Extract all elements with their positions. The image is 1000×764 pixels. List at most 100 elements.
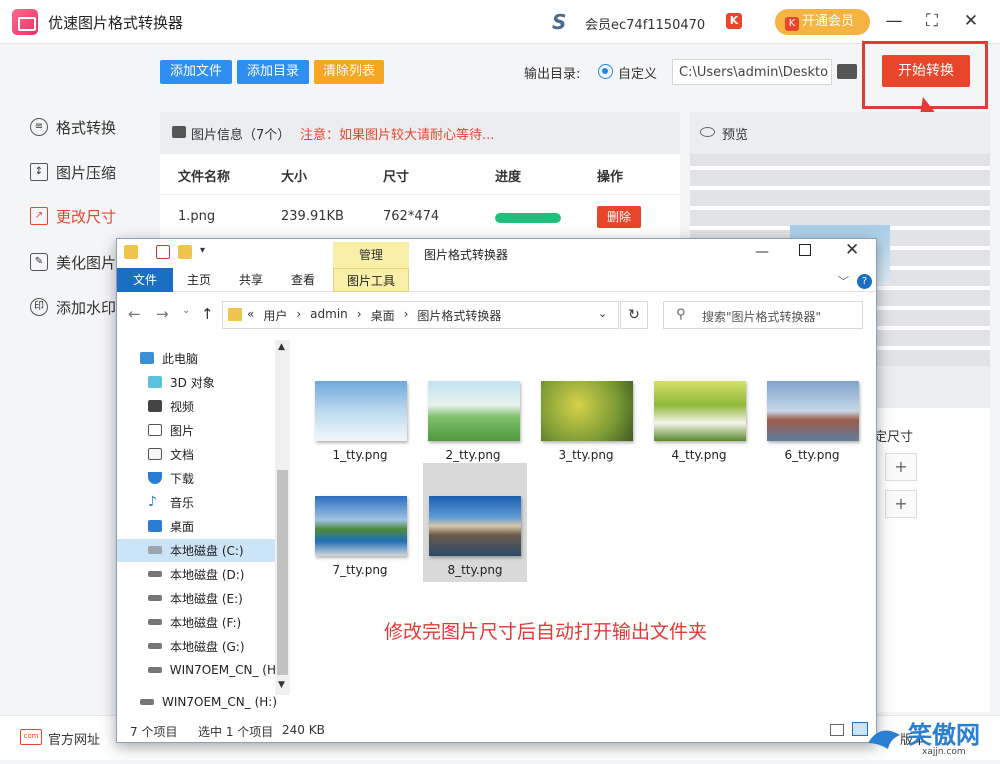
thumbnail-image — [429, 496, 521, 556]
file-thumbnail[interactable]: 7_tty.png — [304, 496, 416, 612]
nav-drive-h[interactable]: WIN7OEM_CN_ (H — [148, 660, 276, 680]
drive-icon — [148, 571, 162, 577]
tab-file[interactable]: 文件 — [117, 268, 173, 292]
maximize-button[interactable]: ⛶ — [920, 10, 944, 32]
sidebar-item-label: 图片压缩 — [56, 163, 117, 182]
forward-icon[interactable]: → — [156, 305, 169, 323]
refresh-icon[interactable]: ↻ — [620, 301, 648, 329]
qat-dropdown-icon[interactable]: ▾ — [200, 245, 205, 256]
nav-drive-g[interactable]: 本地磁盘 (G:) — [148, 636, 245, 656]
drive-icon — [148, 546, 162, 554]
preview-title: 预览 — [722, 128, 749, 143]
nav-pictures[interactable]: 图片 — [148, 420, 194, 440]
recent-dropdown-icon[interactable]: ⌄ — [182, 305, 190, 316]
width-plus-button[interactable]: + — [885, 453, 917, 481]
info-title: 图片信息（7个） — [191, 128, 291, 143]
file-thumbnail[interactable]: 4_tty.png — [643, 381, 755, 497]
nav-this-pc[interactable]: 此电脑 — [140, 348, 198, 368]
explorer-maximize-button[interactable] — [799, 244, 811, 256]
folder-qat-icon — [124, 245, 138, 259]
add-file-button[interactable]: 添加文件 — [160, 60, 232, 84]
status-selected: 选中 1 个项目 — [198, 725, 274, 739]
drive-icon — [140, 699, 154, 705]
tab-home[interactable]: 主页 — [178, 268, 220, 292]
breadcrumb-overflow[interactable]: « — [247, 307, 254, 324]
desktop-icon — [148, 520, 162, 532]
breadcrumb-admin[interactable]: admin — [310, 307, 348, 324]
sidebar-item-label: 更改尺寸 — [56, 207, 117, 226]
status-item-count: 7 个项目 — [130, 725, 178, 739]
clear-list-button[interactable]: 清除列表 — [314, 60, 384, 84]
nav-label: 视频 — [170, 399, 195, 414]
help-icon[interactable]: ? — [857, 274, 872, 289]
properties-qat-icon[interactable] — [156, 245, 170, 259]
up-icon[interactable]: ↑ — [201, 305, 214, 323]
minimize-button[interactable]: — — [882, 10, 906, 32]
folder-icon[interactable] — [837, 64, 857, 79]
tab-picture-tools[interactable]: 图片工具 — [333, 268, 409, 292]
details-view-icon[interactable] — [830, 724, 844, 736]
file-thumbnail[interactable]: 1_tty.png — [304, 381, 416, 497]
nav-drive-d[interactable]: 本地磁盘 (D:) — [148, 564, 244, 584]
add-directory-button[interactable]: 添加目录 — [237, 60, 309, 84]
search-input[interactable]: 搜索"图片格式转换器" — [663, 301, 863, 329]
nav-videos[interactable]: 视频 — [148, 396, 194, 416]
progress-fill — [495, 213, 561, 223]
nav-drive-f[interactable]: 本地磁盘 (F:) — [148, 612, 241, 632]
col-header-action: 操作 — [597, 170, 624, 185]
sidebar-item-label: 美化图片 — [56, 253, 117, 272]
official-site-link[interactable]: 官方网址 — [48, 729, 100, 748]
sidebar-item-resize[interactable]: ↗ 更改尺寸 — [30, 203, 150, 229]
download-icon — [148, 472, 162, 484]
sidebar-item-format-convert[interactable]: ≡ 格式转换 — [30, 114, 150, 140]
back-icon[interactable]: ← — [128, 305, 141, 323]
breadcrumb-desktop[interactable]: 桌面 — [371, 307, 395, 324]
file-thumbnail[interactable]: 6_tty.png — [756, 381, 868, 497]
thumbnail-image — [654, 381, 746, 441]
nav-label: 本地磁盘 (F:) — [170, 615, 242, 630]
nav-drive-c[interactable]: 本地磁盘 (C:) — [148, 540, 244, 560]
breadcrumb-users[interactable]: 用户 — [263, 307, 287, 324]
ribbon-expand-icon[interactable]: ﹀ — [838, 273, 849, 289]
nav-3d-objects[interactable]: 3D 对象 — [148, 372, 215, 392]
scroll-up-icon[interactable]: ▲ — [278, 342, 285, 352]
address-dropdown-icon[interactable]: ⌄ — [598, 307, 607, 320]
member-s-icon: S — [552, 10, 567, 34]
ribbon-manage-label: 管理 — [333, 242, 409, 268]
nav-music[interactable]: ♪ 音乐 — [148, 492, 194, 512]
open-vip-button[interactable]: K 开通会员 — [775, 9, 870, 35]
scroll-down-icon[interactable]: ▼ — [278, 680, 285, 690]
tab-view[interactable]: 查看 — [282, 268, 324, 292]
nav-drive-e[interactable]: 本地磁盘 (E:) — [148, 588, 243, 608]
breadcrumb-sep: › — [296, 307, 302, 321]
member-name[interactable]: 会员ec74f1150470 — [585, 14, 705, 33]
custom-radio-label: 自定义 — [618, 67, 658, 82]
height-plus-button[interactable]: + — [885, 490, 917, 518]
breadcrumb-sep: › — [403, 307, 409, 321]
tab-share[interactable]: 共享 — [230, 268, 272, 292]
file-thumbnail-selected[interactable]: 8_tty.png — [423, 463, 527, 582]
file-thumbnail[interactable]: 3_tty.png — [530, 381, 642, 497]
custom-radio[interactable] — [598, 64, 613, 79]
status-size: 240 KB — [282, 723, 325, 737]
watermark-domain: xajjn.com — [922, 747, 966, 757]
convert-icon: ≡ — [30, 118, 48, 136]
nav-label: WIN7OEM_CN_ (H:) — [162, 695, 277, 709]
nav-scroll-thumb[interactable] — [277, 470, 288, 675]
nav-desktop[interactable]: 桌面 — [148, 516, 194, 536]
watermark-text: 笑傲网 — [908, 721, 980, 749]
explorer-close-button[interactable]: ✕ — [845, 240, 859, 260]
close-button[interactable]: ✕ — [959, 10, 983, 32]
explorer-minimize-button[interactable]: — — [755, 244, 769, 260]
delete-button[interactable]: 删除 — [597, 206, 641, 228]
new-folder-qat-icon[interactable] — [178, 245, 192, 259]
nav-drive-h2[interactable]: WIN7OEM_CN_ (H:) — [140, 692, 277, 712]
thumbnail-label: 8_tty.png — [447, 563, 503, 577]
sidebar-item-compress[interactable]: ↕ 图片压缩 — [30, 159, 150, 185]
nav-documents[interactable]: 文档 — [148, 444, 194, 464]
nav-downloads[interactable]: 下载 — [148, 468, 194, 488]
output-path-field[interactable]: C:\Users\admin\Deskto — [672, 59, 832, 85]
eye-icon — [700, 127, 715, 137]
breadcrumb-current[interactable]: 图片格式转换器 — [417, 307, 501, 324]
address-folder-icon — [228, 308, 242, 321]
